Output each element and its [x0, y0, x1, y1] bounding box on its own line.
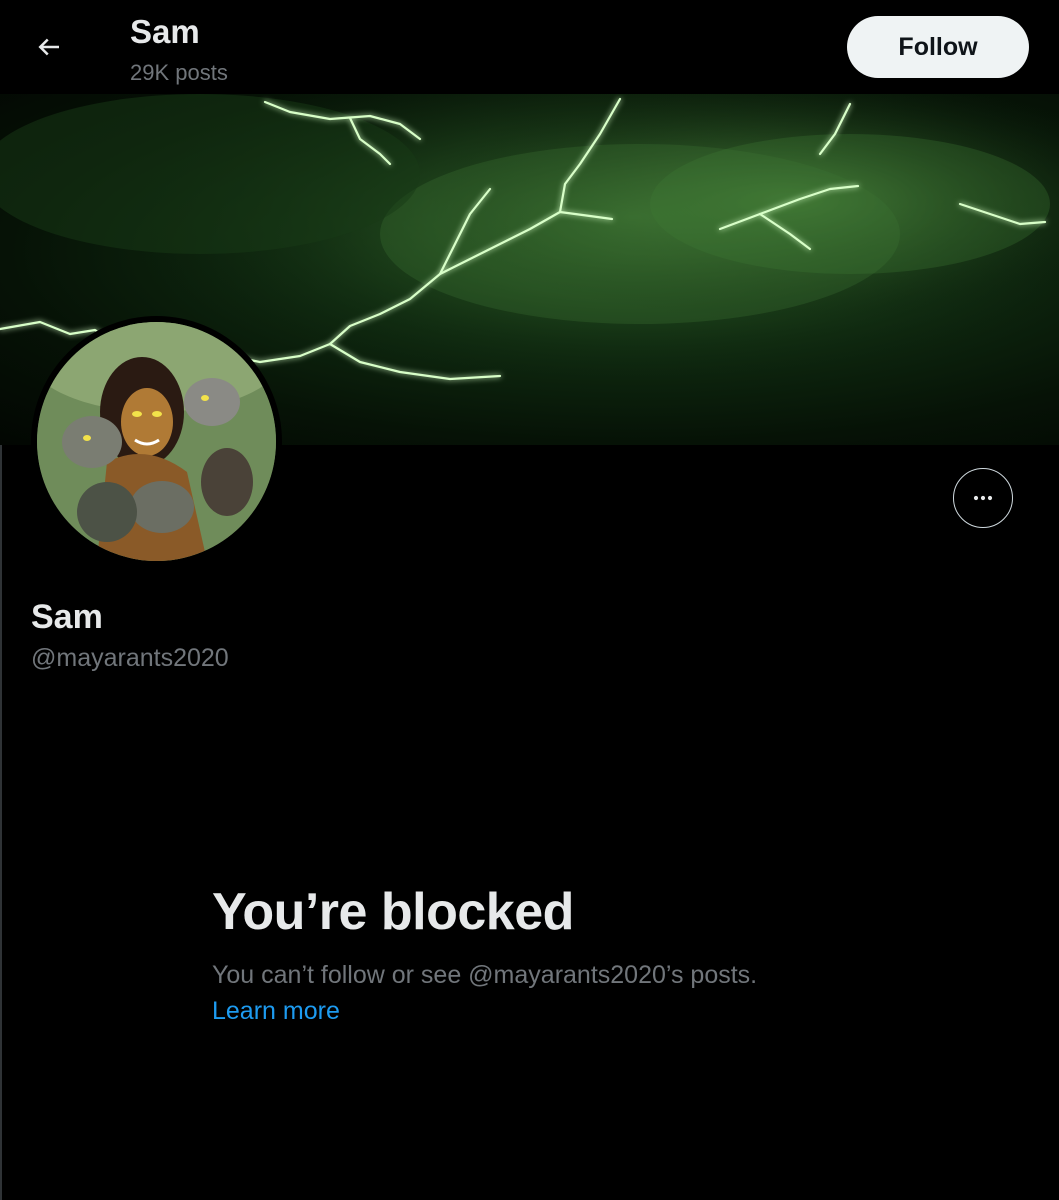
learn-more-link[interactable]: Learn more	[212, 994, 340, 1028]
avatar-image	[37, 322, 276, 561]
profile-avatar[interactable]	[31, 316, 282, 567]
profile-display-name: Sam	[31, 598, 103, 636]
profile-header: Sam 29K posts Follow	[0, 0, 1059, 94]
profile-page: Sam 29K posts Follow Sam @mayarants2020 …	[0, 0, 1059, 1200]
blocked-title: You’re blocked	[212, 883, 574, 941]
arrow-left-icon	[38, 38, 59, 56]
column-border	[0, 445, 2, 1200]
profile-handle: @mayarants2020	[31, 644, 229, 672]
more-options-button[interactable]	[953, 468, 1013, 528]
header-post-count: 29K posts	[130, 60, 228, 85]
back-button[interactable]	[20, 18, 78, 76]
more-horizontal-icon	[973, 495, 993, 501]
header-profile-name: Sam	[130, 13, 200, 50]
follow-button[interactable]: Follow	[847, 16, 1029, 78]
blocked-description: You can’t follow or see @mayarants2020’s…	[212, 961, 758, 989]
